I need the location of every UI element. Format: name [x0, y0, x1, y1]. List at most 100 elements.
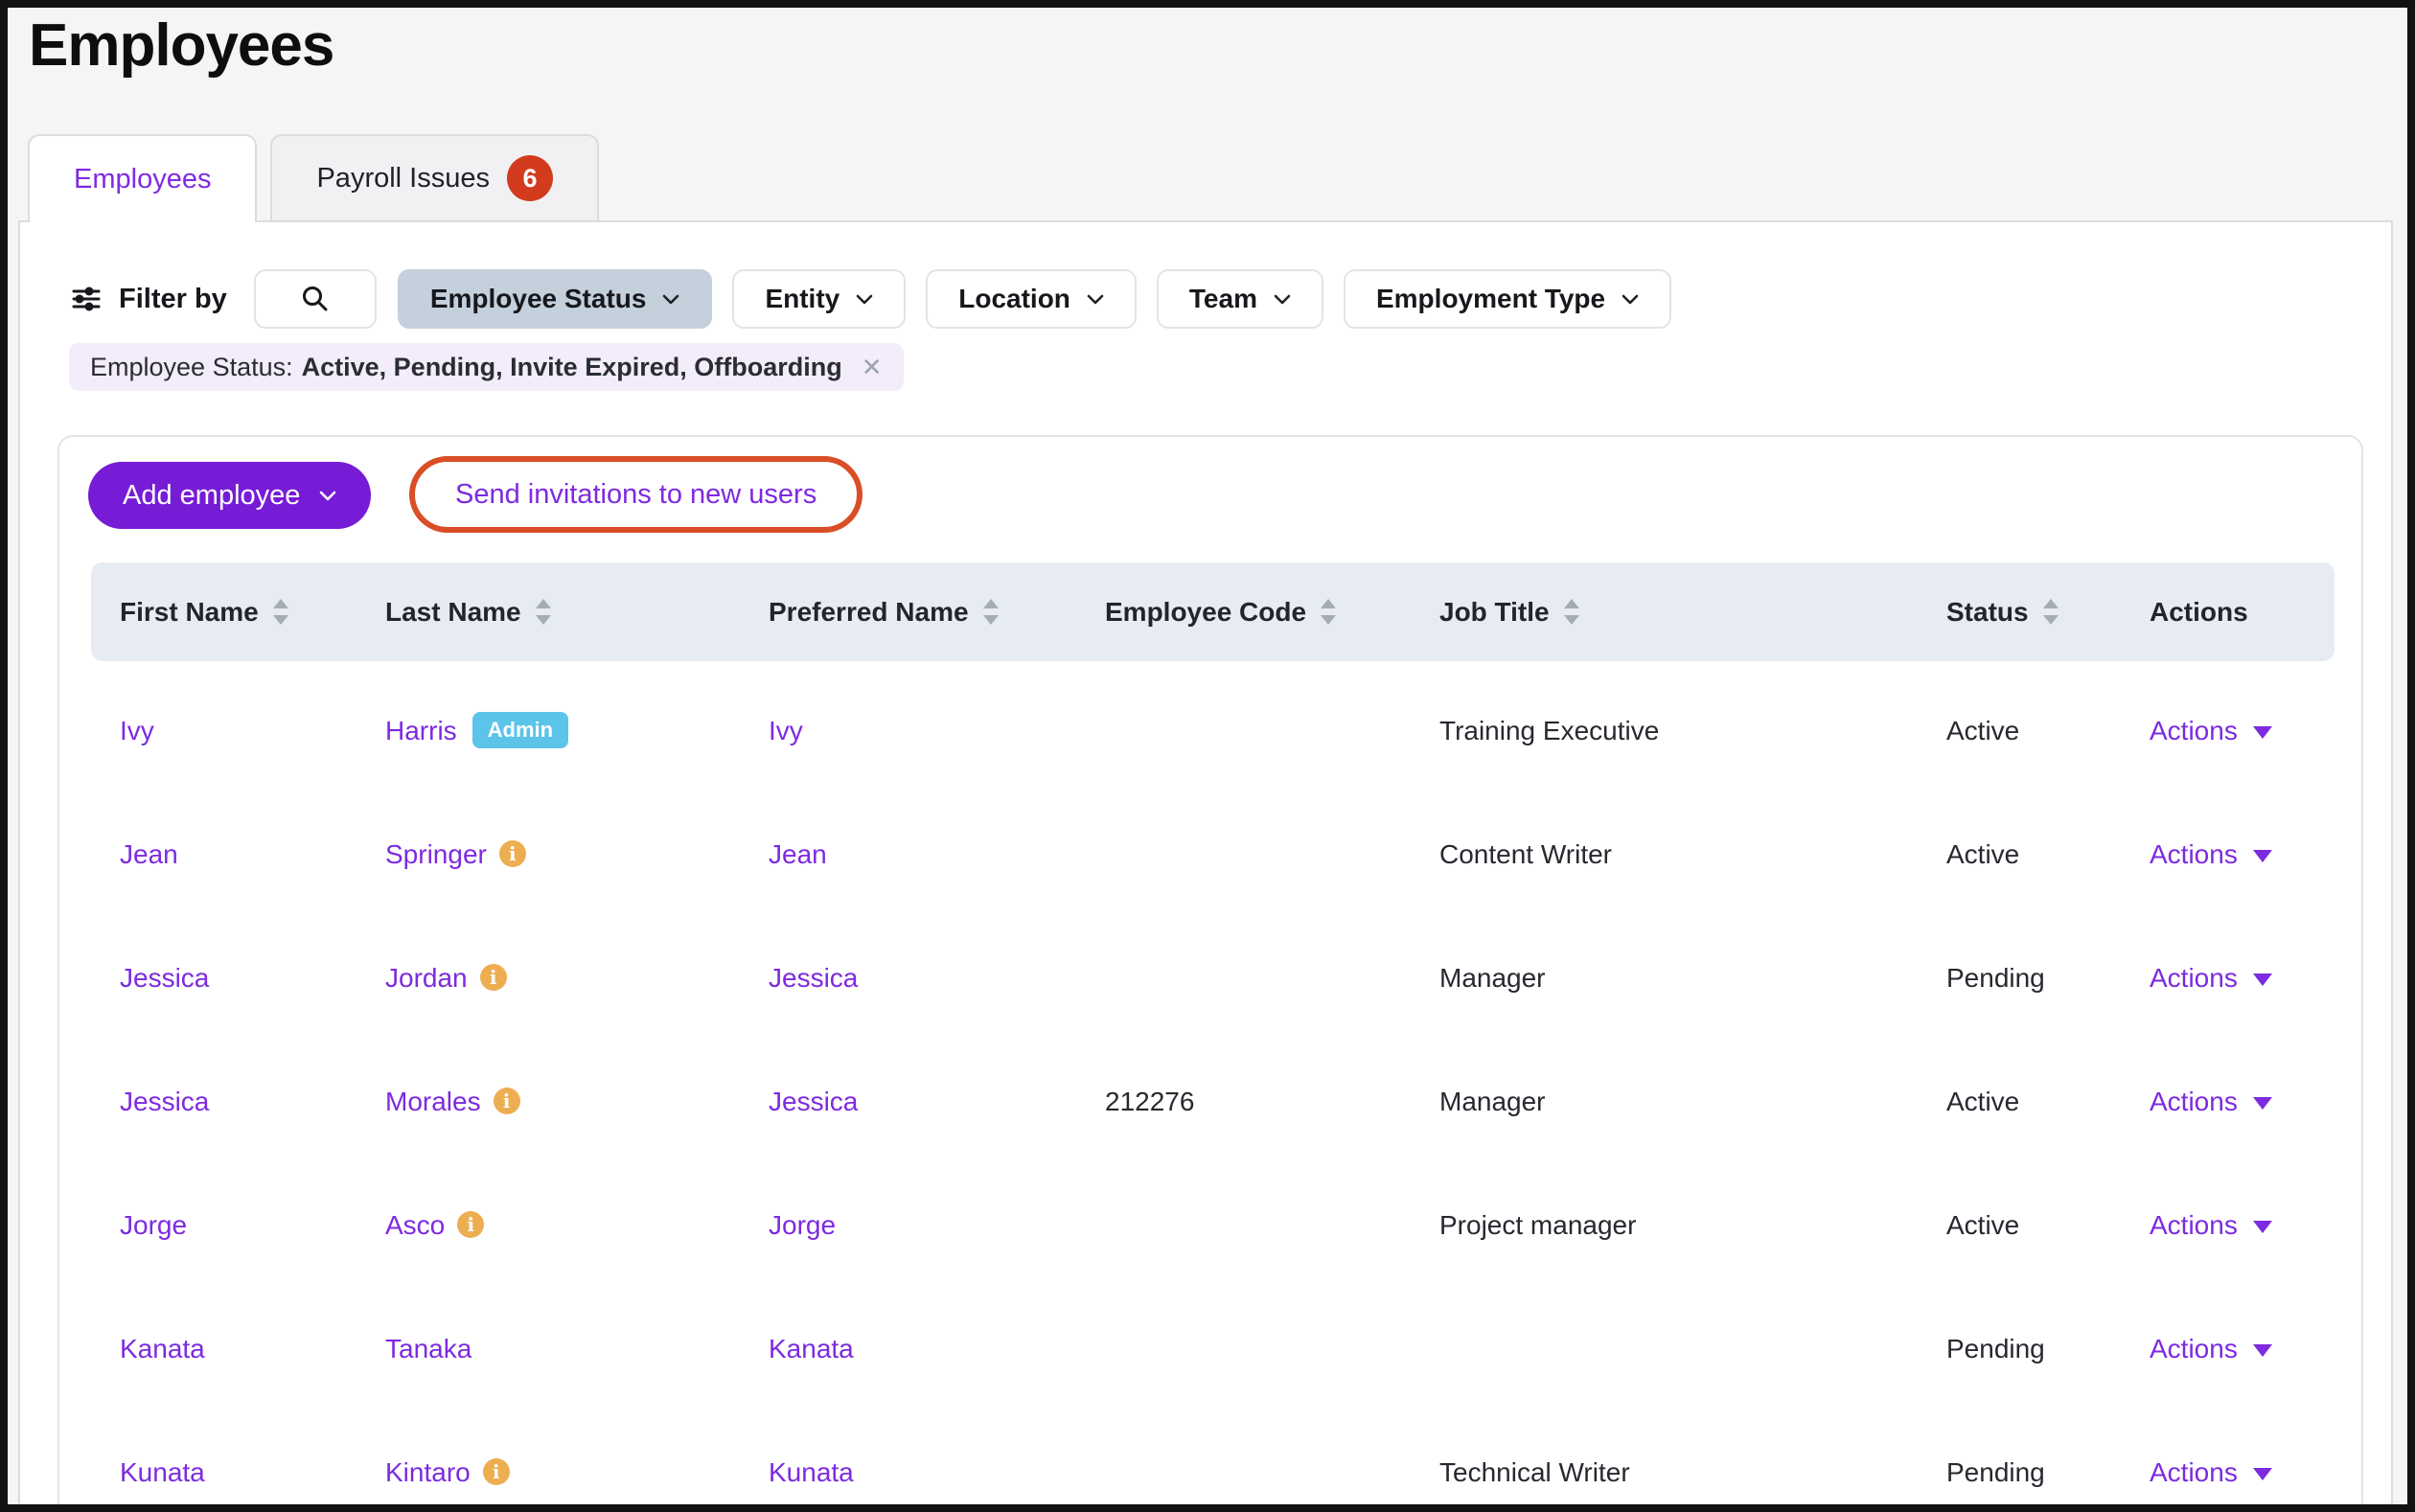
first-name-link[interactable]: Jean — [120, 839, 178, 870]
table-row: Kunata Kintaro i Kunata Technical Writer — [91, 1410, 2334, 1512]
first-name-link[interactable]: Jessica — [120, 1087, 209, 1117]
info-icon[interactable]: i — [480, 964, 507, 991]
status-cell: Active — [1918, 1210, 2121, 1241]
table-row: Jorge Asco i Jorge Project manager Activ… — [91, 1163, 2334, 1287]
column-header-label: Last Name — [385, 597, 521, 628]
first-name-link[interactable]: Ivy — [120, 716, 154, 746]
sort-icon[interactable] — [273, 599, 288, 625]
first-name-link[interactable]: Jorge — [120, 1210, 187, 1241]
last-name-link[interactable]: Jordan — [385, 963, 468, 994]
preferred-name-link[interactable]: Jorge — [769, 1210, 836, 1241]
preferred-name-link[interactable]: Jessica — [769, 1087, 858, 1117]
chevron-down-icon — [1274, 294, 1291, 305]
status-cell: Pending — [1918, 1334, 2121, 1364]
payroll-issues-count-badge: 6 — [507, 155, 553, 201]
row-actions-button[interactable]: Actions — [2150, 963, 2272, 994]
table-body: Ivy Harris Admin i Ivy Training Executiv… — [91, 661, 2334, 1512]
chevron-down-icon — [1087, 294, 1104, 305]
search-icon — [300, 284, 331, 314]
add-employee-button[interactable]: Add employee — [88, 462, 371, 529]
send-invitations-button[interactable]: Send invitations to new users — [409, 456, 862, 533]
last-name-link[interactable]: Asco — [385, 1210, 445, 1241]
job-title-cell: Manager — [1411, 1087, 1918, 1117]
search-button[interactable] — [254, 269, 377, 329]
row-actions-button[interactable]: Actions — [2150, 1210, 2272, 1241]
column-header[interactable]: First Name — [91, 597, 356, 628]
employees-card: Add employee Send invitations to new use… — [58, 435, 2363, 1512]
sort-icon[interactable] — [1564, 599, 1579, 625]
job-title-cell: Training Executive — [1411, 716, 1918, 746]
column-header-label: Preferred Name — [769, 597, 969, 628]
column-header[interactable]: Job Title — [1411, 597, 1918, 628]
row-actions-label: Actions — [2150, 963, 2238, 994]
active-filter-chip[interactable]: Employee Status: Active, Pending, Invite… — [69, 343, 904, 391]
filter-dropdown-button[interactable]: Location — [926, 269, 1137, 329]
filter-dropdowns: Employee Status Entity Location — [398, 269, 1671, 329]
column-header[interactable]: Preferred Name — [740, 597, 1076, 628]
first-name-link[interactable]: Kanata — [120, 1334, 205, 1364]
column-header[interactable]: Status — [1918, 597, 2121, 628]
preferred-name-link[interactable]: Ivy — [769, 716, 803, 746]
preferred-name-link[interactable]: Kanata — [769, 1334, 854, 1364]
filter-dropdown-label: Employee Status — [430, 284, 647, 314]
filter-dropdown-button[interactable]: Employment Type — [1344, 269, 1671, 329]
filter-dropdown-button[interactable]: Entity — [732, 269, 906, 329]
info-icon[interactable]: i — [494, 1088, 520, 1114]
status-cell: Active — [1918, 1087, 2121, 1117]
column-header-label: First Name — [120, 597, 259, 628]
chip-prefix: Employee Status: — [90, 353, 293, 382]
table-row: Jessica Morales i Jessica 212276 Manager… — [91, 1040, 2334, 1163]
caret-down-icon — [2253, 1097, 2272, 1110]
preferred-name-link[interactable]: Jessica — [769, 963, 858, 994]
caret-down-icon — [2253, 1344, 2272, 1357]
preferred-name-link[interactable]: Jean — [769, 839, 827, 870]
column-header[interactable]: Actions — [2121, 597, 2334, 628]
remove-filter-icon[interactable]: ✕ — [862, 353, 883, 382]
last-name-link[interactable]: Harris — [385, 716, 457, 746]
sort-icon[interactable] — [983, 599, 999, 625]
last-name-link[interactable]: Morales — [385, 1087, 481, 1117]
column-header[interactable]: Employee Code — [1076, 597, 1411, 628]
status-cell: Pending — [1918, 1457, 2121, 1488]
last-name-link[interactable]: Tanaka — [385, 1334, 472, 1364]
filter-bar: Filter by Employee Status — [71, 269, 1671, 329]
employee-code-cell: 212276 — [1076, 1087, 1411, 1117]
info-icon[interactable]: i — [457, 1211, 484, 1238]
table-row: Jean Springer i Jean Content Writer Acti… — [91, 792, 2334, 916]
row-actions-label: Actions — [2150, 1087, 2238, 1117]
job-title-cell: Technical Writer — [1411, 1457, 1918, 1488]
sort-icon[interactable] — [536, 599, 551, 625]
row-actions-button[interactable]: Actions — [2150, 1087, 2272, 1117]
column-header-label: Employee Code — [1105, 597, 1306, 628]
admin-badge: Admin — [472, 712, 568, 748]
preferred-name-link[interactable]: Kunata — [769, 1457, 854, 1488]
filter-dropdown-button[interactable]: Employee Status — [398, 269, 713, 329]
row-actions-button[interactable]: Actions — [2150, 839, 2272, 870]
column-header-label: Job Title — [1439, 597, 1550, 628]
tab-content-panel: Filter by Employee Status — [18, 220, 2393, 1512]
info-icon[interactable]: i — [483, 1458, 510, 1485]
first-name-link[interactable]: Jessica — [120, 963, 209, 994]
column-header[interactable]: Last Name — [356, 597, 740, 628]
send-invitations-label: Send invitations to new users — [455, 479, 816, 511]
status-cell: Pending — [1918, 963, 2121, 994]
caret-down-icon — [2253, 1468, 2272, 1480]
sort-icon[interactable] — [1321, 599, 1336, 625]
row-actions-label: Actions — [2150, 1210, 2238, 1241]
table-header-row: First Name Last Name — [91, 562, 2334, 661]
filter-dropdown-button[interactable]: Team — [1157, 269, 1323, 329]
caret-down-icon — [2253, 1221, 2272, 1233]
info-icon[interactable]: i — [499, 840, 526, 867]
tab[interactable]: Payroll Issues 6 — [270, 134, 599, 222]
chevron-down-icon — [1622, 294, 1639, 305]
sort-icon[interactable] — [2043, 599, 2058, 625]
first-name-link[interactable]: Kunata — [120, 1457, 205, 1488]
row-actions-label: Actions — [2150, 1457, 2238, 1488]
tab[interactable]: Employees — [28, 134, 257, 222]
row-actions-button[interactable]: Actions — [2150, 716, 2272, 746]
last-name-link[interactable]: Kintaro — [385, 1457, 471, 1488]
row-actions-button[interactable]: Actions — [2150, 1334, 2272, 1364]
last-name-link[interactable]: Springer — [385, 839, 487, 870]
status-cell: Active — [1918, 716, 2121, 746]
row-actions-button[interactable]: Actions — [2150, 1457, 2272, 1488]
